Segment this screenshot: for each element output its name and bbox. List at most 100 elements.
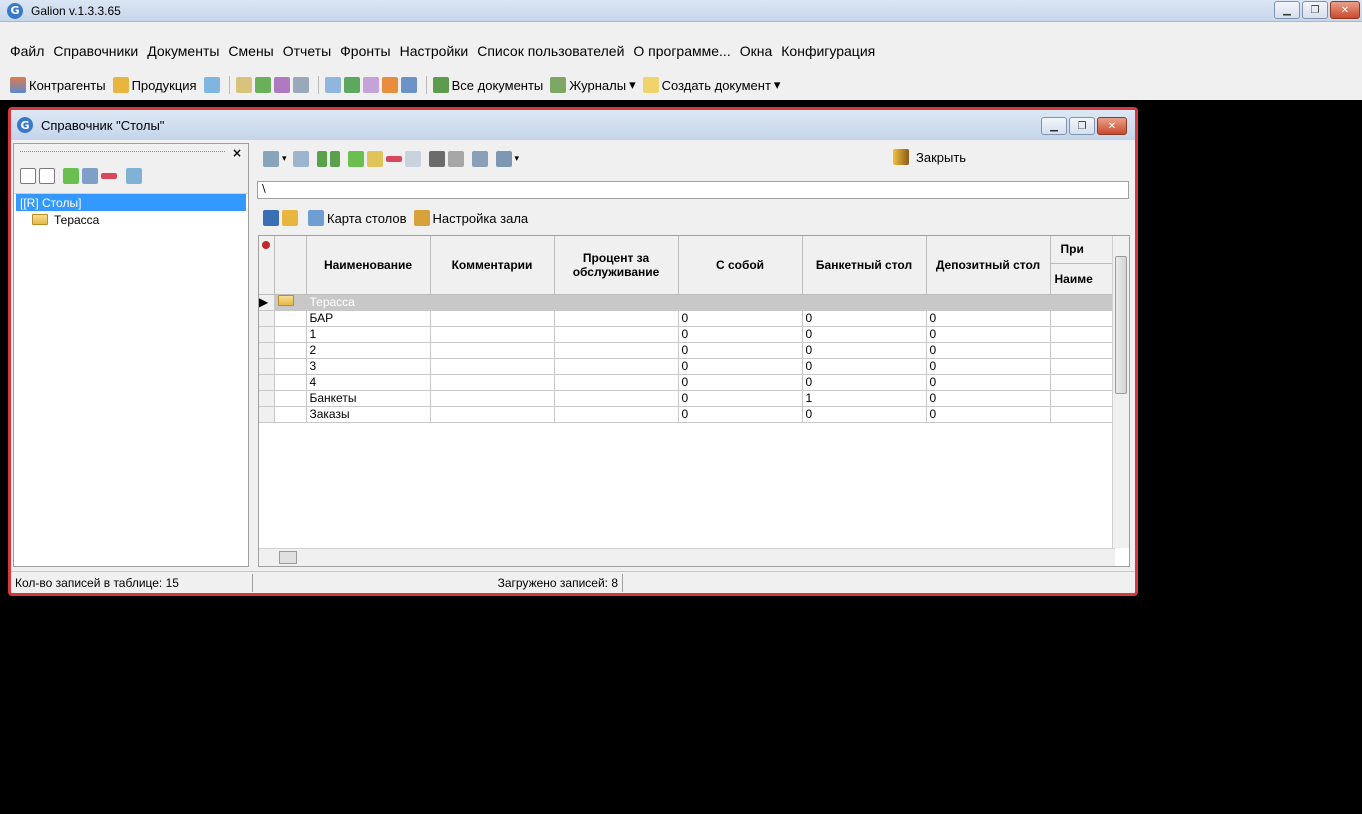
transfer-icon[interactable]	[273, 77, 290, 93]
print-icon[interactable]	[447, 151, 464, 167]
scroll-thumb[interactable]	[279, 551, 297, 564]
column-header-banquet-table[interactable]: Банкетный стол	[802, 236, 927, 295]
cell-deposit: 0	[926, 406, 1051, 423]
create-document-button[interactable]: Создать документ ▾	[642, 77, 780, 93]
calculator-icon[interactable]	[324, 77, 341, 93]
column-header-extra[interactable]: При Наиме	[1050, 236, 1115, 295]
table-icon[interactable]	[292, 151, 309, 167]
tree-item-tables[interactable]: [[R] Столы]	[16, 194, 246, 211]
hall-settings-label: Настройка зала	[432, 210, 529, 226]
cell-name: БАР	[306, 310, 431, 327]
menu-references[interactable]: Справочники	[53, 43, 138, 59]
collapse-icon[interactable]	[39, 168, 55, 184]
tools-icon[interactable]	[254, 77, 271, 93]
table-row[interactable]: 1 0 0 0	[259, 326, 1115, 343]
child-close-button[interactable]: ✕	[1097, 117, 1127, 135]
column-header-comments[interactable]: Комментарии	[430, 236, 555, 295]
arrow-down-icon[interactable]	[329, 151, 340, 167]
money-icon[interactable]	[343, 77, 360, 93]
menu-shifts[interactable]: Смены	[228, 43, 273, 59]
menu-documents[interactable]: Документы	[147, 43, 219, 59]
table-row[interactable]: БАР 0 0 0	[259, 310, 1115, 327]
arrow-up-icon[interactable]	[316, 151, 327, 167]
table-row[interactable]: 4 0 0 0	[259, 374, 1115, 391]
child-maximize-button[interactable]: ❐	[1069, 117, 1095, 135]
menu-user-list[interactable]: Список пользователей	[477, 43, 624, 59]
column-header-service-percent[interactable]: Процент за обслуживание	[554, 236, 679, 295]
current-row-indicator: ▶	[259, 294, 275, 311]
row-indicator	[259, 406, 275, 423]
toolbar-separator	[317, 76, 319, 94]
menu-file[interactable]: Файл	[10, 43, 44, 59]
copy-record-icon[interactable]	[404, 151, 421, 167]
cell-comment	[430, 310, 555, 327]
table-row[interactable]: 2 0 0 0	[259, 342, 1115, 359]
all-documents-button[interactable]: Все документы	[432, 77, 543, 93]
table-row[interactable]: Заказы 0 0 0	[259, 406, 1115, 423]
tables-map-button[interactable]: Карта столов	[308, 210, 407, 226]
table-row[interactable]: Банкеты 0 1 0	[259, 390, 1115, 407]
child-window-title: Справочник "Столы"	[41, 117, 165, 133]
home-icon[interactable]	[381, 77, 398, 93]
row-indicator	[259, 358, 275, 375]
close-button[interactable]: ✕	[1330, 1, 1360, 19]
table-row[interactable]: ▶ Терасса	[259, 294, 1115, 311]
cell-deposit: 0	[926, 326, 1051, 343]
cell-service	[554, 310, 679, 327]
column-header-deposit-table[interactable]: Депозитный стол	[926, 236, 1051, 295]
edit-icon[interactable]	[362, 77, 379, 93]
pane-grip[interactable]	[20, 151, 225, 152]
hall-settings-button[interactable]: Настройка зала	[413, 210, 529, 226]
save-icon[interactable]	[263, 210, 279, 226]
add-icon[interactable]	[63, 168, 79, 184]
vertical-scrollbar[interactable]	[1112, 236, 1129, 548]
chevron-down-icon[interactable]: ▾	[282, 154, 287, 164]
close-pane-icon[interactable]: ×	[232, 146, 242, 160]
settings-list-icon[interactable]	[471, 151, 488, 167]
menu-settings[interactable]: Настройки	[400, 43, 469, 59]
open-folder-icon[interactable]	[282, 210, 298, 226]
cell	[430, 294, 555, 311]
edit-folder-icon[interactable]	[82, 168, 98, 184]
scroll-thumb[interactable]	[1115, 256, 1127, 394]
cell-service	[554, 406, 679, 423]
cell-name: 4	[306, 374, 431, 391]
cell-comment	[430, 358, 555, 375]
horizontal-scrollbar[interactable]	[259, 548, 1115, 566]
contractors-button[interactable]: Контрагенты	[10, 77, 106, 93]
edit-record-icon[interactable]	[366, 151, 383, 167]
restore-button[interactable]: ❐	[1302, 1, 1328, 19]
table-row[interactable]: 3 0 0 0	[259, 358, 1115, 375]
path-field[interactable]: \	[257, 181, 1129, 199]
cell	[274, 342, 307, 359]
find-icon[interactable]	[428, 151, 445, 167]
delete-icon[interactable]	[101, 173, 117, 179]
add-record-icon[interactable]	[347, 151, 364, 167]
layout-icon[interactable]	[495, 151, 512, 167]
menu-configuration[interactable]: Конфигурация	[781, 43, 875, 59]
list-icon[interactable]	[292, 77, 309, 93]
minimize-button[interactable]: ▁	[1274, 1, 1300, 19]
child-title-bar: G Справочник "Столы" ▁ ❐ ✕	[11, 110, 1135, 140]
note-icon[interactable]	[400, 77, 417, 93]
child-minimize-button[interactable]: ▁	[1041, 117, 1067, 135]
column-header-takeaway[interactable]: С собой	[678, 236, 803, 295]
menu-fronts[interactable]: Фронты	[340, 43, 390, 59]
view-icon[interactable]	[263, 151, 279, 167]
close-reference-button[interactable]: Закрыть	[893, 149, 966, 165]
products-button[interactable]: Продукция	[112, 77, 197, 93]
chevron-down-icon[interactable]: ▾	[515, 154, 520, 164]
properties-icon[interactable]	[126, 168, 142, 184]
menu-about[interactable]: О программе...	[633, 43, 730, 59]
spreadsheet-icon[interactable]	[203, 77, 220, 93]
menu-reports[interactable]: Отчеты	[283, 43, 331, 59]
journals-button[interactable]: Журналы ▾	[550, 77, 636, 93]
delete-record-icon[interactable]	[385, 156, 402, 162]
menu-windows[interactable]: Окна	[740, 43, 773, 59]
chart-icon[interactable]	[235, 77, 252, 93]
expand-icon[interactable]	[20, 168, 36, 184]
row-indicator	[259, 390, 275, 407]
tree-item-terrace[interactable]: Терасса	[14, 211, 248, 228]
column-header-name[interactable]: Наименование	[306, 236, 431, 295]
app-root: G Galion v.1.3.3.65 ▁ ❐ ✕ Файл Справочни…	[0, 0, 1362, 814]
